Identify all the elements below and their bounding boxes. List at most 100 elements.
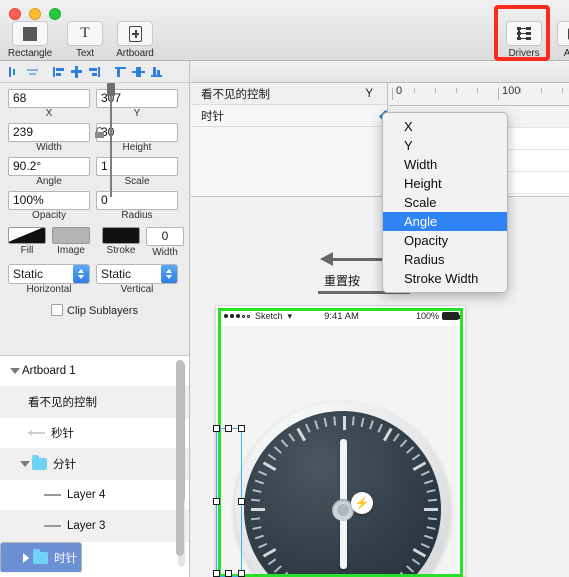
resize-handle-bl[interactable] [213,570,220,577]
rectangle-icon [12,21,48,46]
resize-handle-tr[interactable] [238,425,245,432]
clock-tick [304,423,311,433]
minimize-button[interactable] [29,8,41,20]
layer-list[interactable]: Artboard 1 看不见的控制 秒针 分针 Layer 4 Layer 3 … [0,355,190,577]
align-top-icon[interactable] [50,64,67,80]
canvas-scrollbar[interactable] [176,356,184,574]
resize-handle-ml[interactable] [213,498,220,505]
artboard-tool-label: Artboard [116,48,154,59]
menu-item-scale[interactable]: Scale [383,193,507,212]
clip-sublayers-row[interactable]: Clip Sublayers [0,298,189,317]
clock-tick [425,526,436,530]
distribute-h-icon[interactable] [68,64,85,80]
resize-handle-br[interactable] [238,570,245,577]
status-bar-time: 9:41 AM [324,310,359,322]
width-field[interactable]: 239 [8,123,90,142]
scale-label: Scale [124,176,150,187]
menu-item-angle[interactable]: Angle [383,212,507,231]
align-center-v-icon[interactable] [130,64,147,80]
menu-item-x[interactable]: X [383,117,507,136]
battery-icon [442,312,461,320]
stroke-label: Stroke [106,245,136,256]
disclosure-right-icon[interactable] [19,552,33,563]
height-field[interactable]: 30 [96,123,178,142]
clock-tick [267,558,276,566]
menu-item-opacity[interactable]: Opacity [383,231,507,250]
lock-aspect-icon[interactable] [94,126,106,139]
menu-item-stroke-width[interactable]: Stroke Width [383,269,507,288]
resize-handle-tc[interactable] [225,425,232,432]
ruler-label-100: 100 [502,85,521,97]
layer-row-layer-4[interactable]: Layer 4 [0,480,189,511]
radius-field[interactable]: 0 [96,191,178,210]
menu-item-y[interactable]: Y [383,136,507,155]
align-right-icon[interactable] [86,64,103,80]
drivers-tool-label: Drivers [508,48,540,59]
clock-tick [273,446,282,454]
clip-sublayers-checkbox[interactable] [51,304,64,316]
timeline-playhead[interactable] [107,83,115,197]
timeline-row-property[interactable]: Y [365,88,373,100]
align-center-h-icon[interactable] [24,64,41,80]
rectangle-tool-button[interactable]: Rectangle [5,21,55,59]
timeline-row-invisible-control[interactable]: 看不见的控制 Y [191,83,387,105]
resize-handle-mr[interactable] [238,498,245,505]
menu-item-height[interactable]: Height [383,174,507,193]
layer-row-second-hand[interactable]: 秒针 [0,418,189,449]
chevron-updown-icon[interactable] [161,265,177,283]
clock-tick [342,416,346,430]
resize-handle-tl[interactable] [213,425,220,432]
chevron-updown-icon[interactable] [73,265,89,283]
layer-row-artboard[interactable]: Artboard 1 [0,356,189,387]
layer-name: Layer 4 [67,489,106,501]
timeline-ruler[interactable]: 0 100 [389,83,569,106]
drivers-tool-button[interactable]: Drivers [498,21,550,59]
clock-tick [254,479,264,485]
resize-handle-bc[interactable] [225,570,232,577]
clock-tick [420,470,430,477]
menu-item-width[interactable]: Width [383,155,507,174]
layer-row-invisible-control[interactable]: 看不见的控制 [0,387,189,418]
artboard-phone-preview[interactable]: Sketch ▾ 9:41 AM 100% [215,305,466,577]
stroke-width-field[interactable]: 0 [146,227,184,246]
clock-tick [273,565,282,573]
align-left-icon[interactable] [6,64,23,80]
driver-badge-icon[interactable]: ⚡ [351,492,373,514]
angle-field[interactable]: 90.2° [8,157,90,176]
animation-tool-button[interactable]: Anim [549,21,569,59]
align-bottom-icon[interactable] [148,64,165,80]
folder-icon [33,548,48,564]
align-top-edge-icon[interactable] [112,64,129,80]
close-button[interactable] [9,8,21,20]
scale-field[interactable]: 1 [96,157,178,176]
timeline-row-hour-hand[interactable]: 时针 [191,105,387,127]
opacity-field[interactable]: 100% [8,191,90,210]
clock-tick [250,498,260,502]
fill-swatch[interactable] [8,227,46,244]
menu-item-radius[interactable]: Radius [383,250,507,269]
y-label: Y [133,108,141,119]
stroke-swatch[interactable] [102,227,140,244]
folder-icon [32,455,47,470]
clock-tick [427,498,437,502]
artboard-tool-button[interactable]: Artboard [110,21,160,59]
layer-row-hour-hand-group[interactable]: 时针 [0,542,82,573]
clock-tick [280,571,288,576]
constraint-selects: Static Horizontal Static Vertical [0,258,189,298]
layer-row-layer-3[interactable]: Layer 3 [0,511,189,542]
layer-row-minute-hand-group[interactable]: 分针 [0,449,189,480]
zoom-button[interactable] [49,8,61,20]
clock-tick [251,526,262,530]
clock-tick [411,558,420,566]
animation-tool-label: Anim [563,48,569,59]
disclosure-down-icon[interactable] [18,461,32,467]
clock-tick [250,508,265,511]
disclosure-down-icon[interactable] [8,368,22,374]
x-field[interactable]: 68 [8,89,90,108]
property-dropdown-menu[interactable]: X Y Width Height Scale Angle Opacity Rad… [382,112,508,293]
text-tool-button[interactable]: T Text [60,21,110,59]
image-swatch[interactable] [52,227,90,244]
clock-tick [392,433,400,442]
ios-status-bar: Sketch ▾ 9:41 AM 100% [216,306,465,326]
clock-canvas [216,326,465,576]
